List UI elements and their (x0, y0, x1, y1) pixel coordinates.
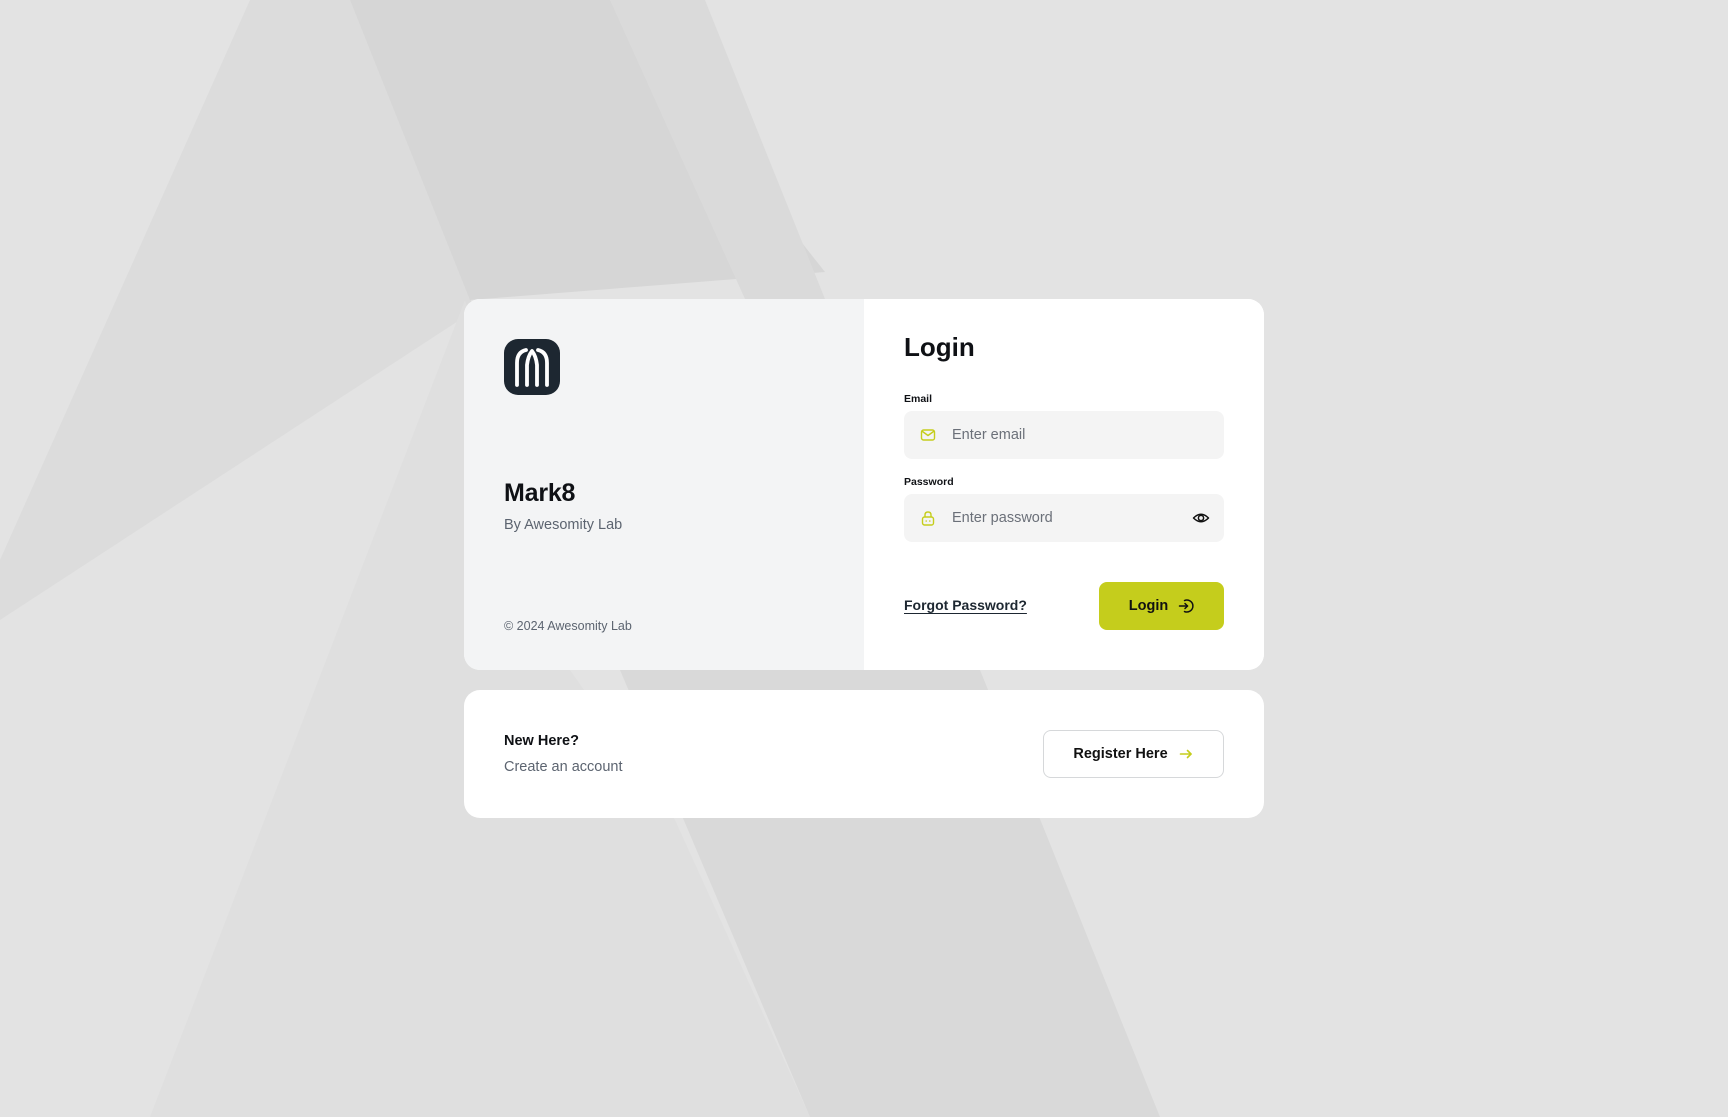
login-card: Mark8 By Awesomity Lab © 2024 Awesomity … (464, 299, 1264, 670)
email-field-wrapper (904, 411, 1224, 459)
login-button[interactable]: Login (1099, 582, 1224, 630)
new-here-heading: New Here? (504, 733, 579, 749)
brand-panel: Mark8 By Awesomity Lab © 2024 Awesomity … (464, 299, 864, 670)
login-title: Login (904, 332, 975, 362)
password-label: Password (904, 476, 954, 488)
register-card: New Here? Create an account Register Her… (464, 690, 1264, 818)
create-account-text: Create an account (504, 759, 623, 775)
password-field-wrapper (904, 494, 1224, 542)
register-button-label: Register Here (1073, 746, 1168, 762)
login-form: Login Email Password Forgot Password? (864, 299, 1264, 670)
mail-icon (920, 429, 936, 441)
register-button[interactable]: Register Here (1043, 730, 1224, 778)
logo-mark-icon (515, 348, 549, 387)
logo (504, 339, 560, 395)
forgot-password-link[interactable]: Forgot Password? (904, 597, 1027, 613)
lock-icon (921, 511, 935, 526)
login-button-label: Login (1128, 598, 1169, 614)
email-input[interactable] (952, 411, 1172, 459)
copyright-text: © 2024 Awesomity Lab (504, 619, 632, 633)
password-input[interactable] (952, 494, 1172, 542)
brand-byline: By Awesomity Lab (504, 517, 623, 533)
brand-name: Mark8 (504, 479, 576, 507)
arrow-right-icon (1179, 749, 1192, 759)
eye-icon[interactable] (1192, 509, 1210, 527)
login-arrow-icon (1178, 599, 1194, 613)
email-label: Email (904, 393, 933, 405)
